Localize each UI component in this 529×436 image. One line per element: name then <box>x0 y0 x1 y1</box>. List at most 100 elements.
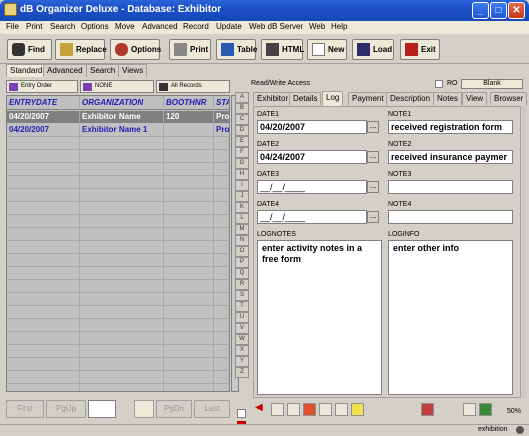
col-status[interactable]: STA <box>216 98 229 107</box>
tab-views[interactable]: Views <box>118 64 148 77</box>
col-organization[interactable]: ORGANIZATION <box>82 98 143 107</box>
date2-field[interactable]: 04/24/2007 <box>257 150 367 164</box>
menu-search[interactable]: Search <box>50 22 75 31</box>
note4-field[interactable] <box>388 210 513 224</box>
attach-icon[interactable] <box>335 403 348 416</box>
new-button[interactable]: New <box>307 39 347 60</box>
menu-help[interactable]: Help <box>331 22 347 31</box>
ro-checkbox[interactable] <box>435 80 443 88</box>
tab-payment[interactable]: Payment <box>348 92 388 105</box>
alpha-s[interactable]: S <box>235 290 249 301</box>
menu-file[interactable]: File <box>6 22 19 31</box>
menu-record[interactable]: Record <box>183 22 209 31</box>
grid-view-icon[interactable] <box>134 400 154 418</box>
tab-exhibitor[interactable]: Exhibitor <box>253 92 293 105</box>
alpha-j[interactable]: J <box>235 191 249 202</box>
menu-advanced[interactable]: Advanced <box>142 22 178 31</box>
alpha-u[interactable]: U <box>235 312 249 323</box>
date2-picker-button[interactable]: ... <box>367 151 379 163</box>
alpha-z[interactable]: Z <box>235 367 249 378</box>
alpha-g[interactable]: G <box>235 158 249 169</box>
date1-field[interactable]: 04/20/2007 <box>257 120 367 134</box>
undo-icon[interactable] <box>303 403 316 416</box>
record-number-field[interactable] <box>88 400 116 418</box>
tab-search[interactable]: Search <box>86 64 120 77</box>
note1-field[interactable]: received registration form <box>388 120 513 134</box>
date4-picker-button[interactable]: ... <box>367 211 379 223</box>
load-button[interactable]: Load <box>352 39 394 60</box>
note3-field[interactable] <box>388 180 513 194</box>
panel-scrollbar[interactable] <box>522 106 526 398</box>
alpha-i[interactable]: I <box>235 180 249 191</box>
entry-order-button[interactable]: Entry Order <box>6 80 78 93</box>
export-icon[interactable] <box>421 403 434 416</box>
alpha-w[interactable]: W <box>235 334 249 345</box>
alpha-l[interactable]: L <box>235 213 249 224</box>
lightbulb-icon[interactable] <box>351 403 364 416</box>
date1-picker-button[interactable]: ... <box>367 121 379 133</box>
tab-browser[interactable]: Browser <box>490 92 528 105</box>
col-entrydate[interactable]: ENTRYDATE <box>9 98 57 107</box>
alpha-c[interactable]: C <box>235 114 249 125</box>
minimize-button[interactable]: _ <box>472 2 489 19</box>
tab-advanced[interactable]: Advanced <box>43 64 87 77</box>
tab-view[interactable]: View <box>462 92 488 105</box>
menu-move[interactable]: Move <box>115 22 135 31</box>
tab-log[interactable]: Log <box>322 91 344 106</box>
menu-update[interactable]: Update <box>216 22 242 31</box>
copy-icon[interactable] <box>271 403 284 416</box>
alpha-t[interactable]: T <box>235 301 249 312</box>
delete-icon[interactable] <box>287 403 300 416</box>
loginfo-field[interactable]: enter other info <box>388 240 513 395</box>
blank-button[interactable]: Blank <box>461 79 523 89</box>
last-button[interactable]: Last <box>194 400 230 418</box>
alpha-v[interactable]: V <box>235 323 249 334</box>
table-row[interactable]: 04/20/2007 Exhibitor Name 1 Pro <box>7 124 229 136</box>
sort-none-button[interactable]: NONE <box>80 80 154 93</box>
back-arrow-icon[interactable]: ◀ <box>255 403 268 416</box>
previous-record-icon[interactable] <box>463 403 476 416</box>
options-button[interactable]: Options <box>110 39 161 60</box>
paste-icon[interactable] <box>319 403 332 416</box>
alpha-q[interactable]: Q <box>235 268 249 279</box>
select-checkbox[interactable] <box>237 409 246 418</box>
lognotes-field[interactable]: enter activity notes in a free form <box>257 240 382 395</box>
menu-print[interactable]: Print <box>26 22 42 31</box>
pgdn-button[interactable]: PgDn <box>156 400 192 418</box>
alpha-m[interactable]: M <box>235 224 249 235</box>
alpha-d[interactable]: D <box>235 125 249 136</box>
alpha-e[interactable]: E <box>235 136 249 147</box>
alpha-a[interactable]: A <box>235 92 249 103</box>
menu-options[interactable]: Options <box>81 22 109 31</box>
records-grid[interactable]: ENTRYDATE ORGANIZATION BOOTHNR STA 04/20… <box>6 95 230 392</box>
alpha-k[interactable]: K <box>235 202 249 213</box>
date3-picker-button[interactable]: ... <box>367 181 379 193</box>
alpha-h[interactable]: H <box>235 169 249 180</box>
alpha-y[interactable]: Y <box>235 356 249 367</box>
find-button[interactable]: Find <box>7 39 52 60</box>
tab-details[interactable]: Details <box>289 92 322 105</box>
date3-field[interactable]: __/__/____ <box>257 180 367 194</box>
first-button[interactable]: First <box>6 400 44 418</box>
maximize-button[interactable]: □ <box>490 2 507 19</box>
alpha-b[interactable]: B <box>235 103 249 114</box>
tab-standard[interactable]: Standard <box>6 64 47 77</box>
tab-notes[interactable]: Notes <box>433 92 462 105</box>
alpha-f[interactable]: F <box>235 147 249 158</box>
menu-web[interactable]: Web <box>309 22 325 31</box>
alpha-p[interactable]: P <box>235 257 249 268</box>
pgup-button[interactable]: PgUp <box>46 400 86 418</box>
alpha-n[interactable]: N <box>235 235 249 246</box>
table-button[interactable]: Table <box>216 39 257 60</box>
print-button[interactable]: Print <box>169 39 211 60</box>
next-record-icon[interactable] <box>479 403 492 416</box>
close-button[interactable]: ✕ <box>508 2 525 19</box>
exit-button[interactable]: Exit <box>400 39 440 60</box>
date4-field[interactable]: __/__/____ <box>257 210 367 224</box>
alpha-o[interactable]: O <box>235 246 249 257</box>
alpha-r[interactable]: R <box>235 279 249 290</box>
replace-button[interactable]: Replace <box>55 39 107 60</box>
all-records-button[interactable]: All Records <box>156 80 230 93</box>
menu-web-db-server[interactable]: Web dB Server <box>249 22 303 31</box>
note2-field[interactable]: received insurance paymer <box>388 150 513 164</box>
